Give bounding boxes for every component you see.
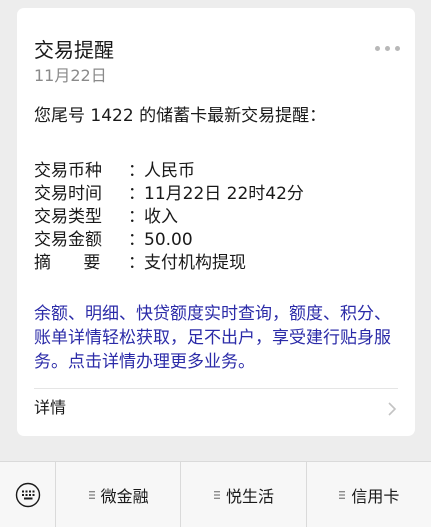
keyboard-toggle-button[interactable]: [0, 462, 56, 527]
field-label: 交易金额: [34, 230, 102, 250]
bottom-menu-bar: 微金融 悦生活 信用卡: [0, 461, 431, 527]
details-label: 详情: [34, 398, 67, 417]
keyboard-icon: [15, 482, 40, 507]
field-value: 50.00: [144, 230, 193, 250]
field-row-amount: 交易金额 ： 50.00: [34, 229, 304, 252]
details-link[interactable]: 详情: [17, 389, 415, 436]
promo-text: 余额、明细、快贷额度实时查询，额度、积分、账单详情轻松获取，足不出户，享受建行贴…: [34, 304, 391, 372]
menu-credit-card[interactable]: 信用卡: [307, 462, 431, 527]
card-date: 11月22日: [34, 66, 107, 85]
field-separator: ：: [128, 253, 145, 273]
menu-label: 信用卡: [351, 486, 400, 506]
transaction-fields: 交易币种 ： 人民币 交易时间 ： 11月22日 22时42分 交易类型 ： 收…: [34, 160, 304, 275]
menu-label: 悦生活: [225, 486, 274, 506]
more-dot: [374, 45, 380, 51]
menu-micro-finance[interactable]: 微金融: [56, 462, 182, 527]
menu-life[interactable]: 悦生活: [181, 462, 307, 527]
field-value: 收入: [144, 207, 178, 227]
field-label: 摘 要: [34, 253, 101, 273]
menu-lines-icon: [213, 490, 220, 499]
more-dot: [384, 45, 390, 51]
field-separator: ：: [128, 184, 145, 204]
field-row-type: 交易类型 ： 收入: [34, 206, 304, 229]
chevron-right-icon: [388, 402, 397, 416]
field-label: 交易币种: [34, 161, 102, 181]
card-title: 交易提醒: [34, 38, 114, 62]
field-label: 交易时间: [34, 184, 102, 204]
more-dots-icon[interactable]: [371, 41, 403, 55]
field-value: 11月22日 22时42分: [144, 184, 304, 204]
field-value: 支付机构提现: [144, 253, 246, 273]
field-separator: ：: [128, 207, 145, 227]
message-card: 交易提醒 11月22日 您尾号 1422 的储蓄卡最新交易提醒： 交易币种 ： …: [17, 8, 415, 436]
transaction-intro: 您尾号 1422 的储蓄卡最新交易提醒：: [34, 106, 327, 126]
more-dot: [394, 45, 400, 51]
field-label: 交易类型: [34, 207, 102, 227]
menu-lines-icon: [339, 490, 346, 499]
field-row-summary: 摘 要 ： 支付机构提现: [34, 252, 304, 275]
field-separator: ：: [128, 161, 145, 181]
menu-label: 微金融: [100, 486, 149, 506]
field-row-currency: 交易币种 ： 人民币: [34, 160, 304, 183]
menu-lines-icon: [88, 490, 95, 499]
field-separator: ：: [128, 230, 145, 250]
field-value: 人民币: [144, 161, 195, 181]
field-row-time: 交易时间 ： 11月22日 22时42分: [34, 183, 304, 206]
